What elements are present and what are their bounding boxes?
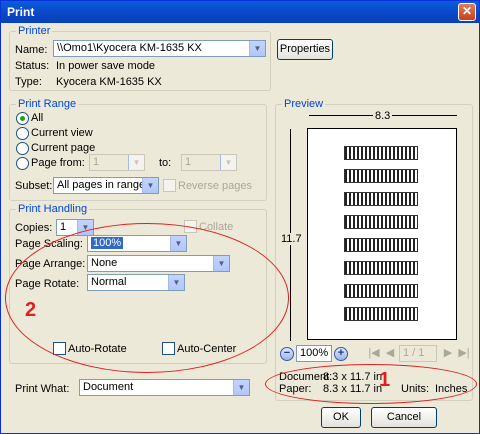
print-range-legend: Print Range: [16, 98, 79, 110]
prev-page-icon[interactable]: ◀: [383, 345, 397, 361]
height-dimension-label: 11.7: [281, 233, 302, 245]
type-label: Type:: [15, 76, 42, 88]
print-handling-legend: Print Handling: [16, 203, 90, 215]
print-dialog: Print ✕ Printer Name: \\Omo1\Kyocera KM-…: [0, 0, 480, 434]
subset-value: All pages in range: [57, 179, 146, 191]
current-view-radio[interactable]: [16, 127, 29, 140]
print-what-select[interactable]: Document ▼: [79, 379, 250, 396]
first-page-icon[interactable]: |◀: [367, 345, 381, 361]
copies-label: Copies:: [15, 222, 53, 234]
page-indicator[interactable]: 1 / 1: [399, 345, 437, 362]
dropdown-arrow-icon: ▼: [249, 41, 265, 56]
print-what-label: Print What:: [15, 383, 70, 395]
copies-value: 1: [60, 221, 67, 233]
zoom-value: 100%: [300, 347, 329, 359]
title-bar: Print ✕: [1, 1, 479, 23]
type-value: Kyocera KM-1635 KX: [56, 76, 162, 88]
status-value: In power save mode: [56, 60, 156, 72]
zoom-input[interactable]: 100%: [296, 345, 332, 362]
annotation-ellipse-2: [5, 223, 289, 373]
preview-content-row: [344, 261, 418, 275]
all-radio[interactable]: [16, 112, 29, 125]
preview-content-row: [344, 307, 418, 321]
preview-content-row: [344, 192, 418, 206]
width-dimension-label: 8.3: [373, 110, 393, 122]
dropdown-arrow-icon: ▼: [128, 155, 144, 170]
properties-button[interactable]: Properties: [277, 39, 333, 60]
page-from-label: Page from:: [31, 157, 85, 169]
reverse-pages-checkbox[interactable]: [163, 179, 176, 192]
current-view-label: Current view: [31, 127, 93, 139]
preview-content-row: [344, 284, 418, 298]
window-title: Print: [7, 5, 35, 19]
dropdown-arrow-icon: ▼: [233, 380, 249, 395]
dropdown-arrow-icon: ▼: [142, 178, 158, 193]
page-to-select[interactable]: 1 ▼: [181, 154, 237, 171]
next-page-icon[interactable]: ▶: [441, 345, 455, 361]
zoom-out-icon[interactable]: −: [280, 347, 294, 361]
annotation-number-1: 1: [379, 369, 391, 391]
preview-legend: Preview: [282, 98, 326, 110]
all-label: All: [31, 112, 44, 124]
preview-content-row: [344, 238, 418, 252]
printer-name-select[interactable]: \\Omo1\Kyocera KM-1635 KX ▼: [53, 40, 266, 57]
dropdown-arrow-icon: ▼: [220, 155, 236, 170]
print-what-value: Document: [83, 381, 134, 393]
page-from-value: 1: [93, 156, 100, 168]
close-button[interactable]: ✕: [458, 3, 476, 21]
preview-content-row: [344, 169, 418, 183]
annotation-ellipse-1: [265, 364, 477, 404]
reverse-pages-label: Reverse pages: [178, 180, 252, 192]
subset-select[interactable]: All pages in range ▼: [53, 177, 159, 194]
preview-content-row: [344, 146, 418, 160]
printer-name-label: Name:: [15, 44, 48, 56]
ok-button[interactable]: OK: [321, 407, 361, 428]
status-label: Status:: [15, 60, 50, 72]
subset-label: Subset:: [15, 180, 53, 192]
close-icon: ✕: [461, 4, 473, 18]
page-from-radio[interactable]: [16, 157, 29, 170]
page-from-select[interactable]: 1 ▼: [89, 154, 145, 171]
preview-content-row: [344, 215, 418, 229]
preview-page: [307, 128, 457, 340]
page-to-label: to:: [159, 157, 172, 169]
printer-legend: Printer: [16, 25, 53, 37]
printer-name-value: \\Omo1\Kyocera KM-1635 KX: [57, 42, 202, 54]
zoom-in-icon[interactable]: +: [334, 347, 348, 361]
page-indicator-value: 1 / 1: [403, 347, 425, 359]
last-page-icon[interactable]: ▶|: [457, 345, 471, 361]
current-page-radio[interactable]: [16, 142, 29, 155]
current-page-label: Current page: [31, 142, 96, 154]
page-to-value: 1: [185, 156, 192, 168]
annotation-number-2: 2: [25, 299, 37, 321]
cancel-button[interactable]: Cancel: [371, 407, 437, 428]
